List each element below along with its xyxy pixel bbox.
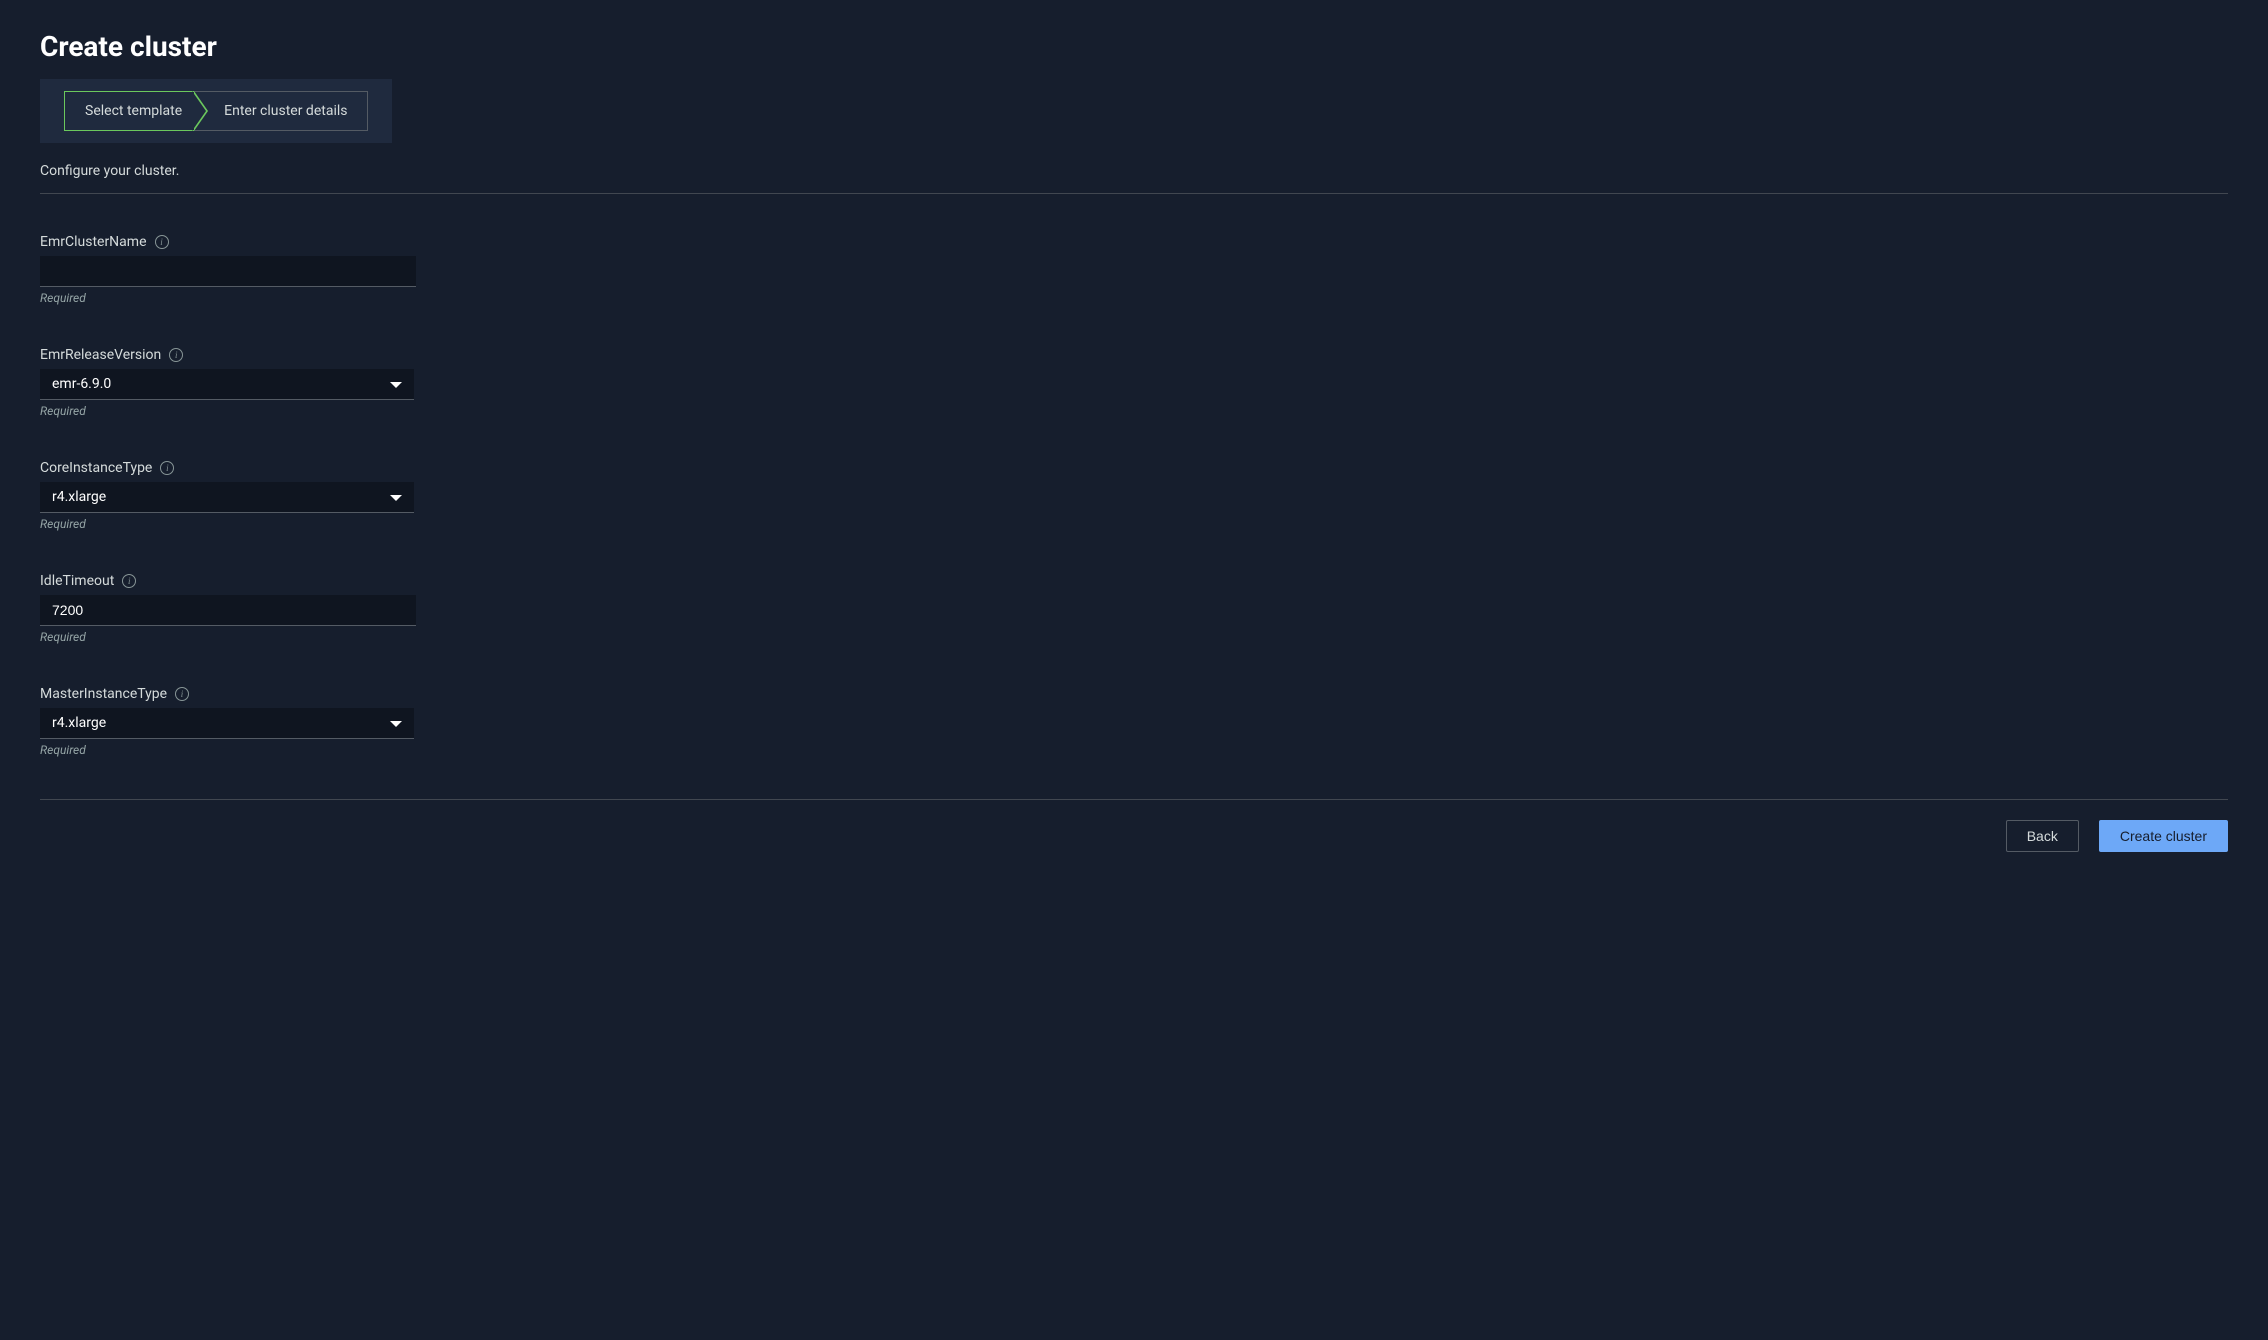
step-label: Select template	[85, 103, 182, 119]
field-hint: Required	[40, 630, 2228, 644]
info-icon[interactable]: i	[122, 574, 136, 588]
info-icon[interactable]: i	[169, 348, 183, 362]
field-hint: Required	[40, 404, 2228, 418]
idle-timeout-input[interactable]	[40, 595, 416, 626]
field-hint: Required	[40, 517, 2228, 531]
info-icon[interactable]: i	[160, 461, 174, 475]
info-icon[interactable]: i	[155, 235, 169, 249]
field-label: IdleTimeout	[40, 573, 114, 589]
step-enter-details[interactable]: Enter cluster details	[194, 91, 368, 131]
page-title: Create cluster	[40, 30, 2228, 63]
page-description: Configure your cluster.	[40, 163, 2228, 179]
cluster-name-input[interactable]	[40, 256, 416, 287]
field-hint: Required	[40, 291, 2228, 305]
master-instance-type-select[interactable]: r4.xlarge	[40, 708, 414, 739]
core-instance-type-select[interactable]: r4.xlarge	[40, 482, 414, 513]
step-select-template[interactable]: Select template	[64, 91, 195, 131]
back-button[interactable]: Back	[2006, 820, 2079, 852]
field-release-version: EmrReleaseVersion i emr-6.9.0 Required	[40, 347, 2228, 418]
create-cluster-button[interactable]: Create cluster	[2099, 820, 2228, 852]
field-core-instance-type: CoreInstanceType i r4.xlarge Required	[40, 460, 2228, 531]
field-label: CoreInstanceType	[40, 460, 152, 476]
field-label: MasterInstanceType	[40, 686, 167, 702]
divider	[40, 193, 2228, 194]
step-label: Enter cluster details	[224, 103, 347, 119]
field-label: EmrReleaseVersion	[40, 347, 161, 363]
button-row: Back Create cluster	[40, 820, 2228, 852]
field-master-instance-type: MasterInstanceType i r4.xlarge Required	[40, 686, 2228, 757]
field-label: EmrClusterName	[40, 234, 147, 250]
step-navigation: Select template Enter cluster details	[40, 79, 392, 143]
field-cluster-name: EmrClusterName i Required	[40, 234, 2228, 305]
info-icon[interactable]: i	[175, 687, 189, 701]
divider	[40, 799, 2228, 800]
release-version-select[interactable]: emr-6.9.0	[40, 369, 414, 400]
field-idle-timeout: IdleTimeout i Required	[40, 573, 2228, 644]
field-hint: Required	[40, 743, 2228, 757]
